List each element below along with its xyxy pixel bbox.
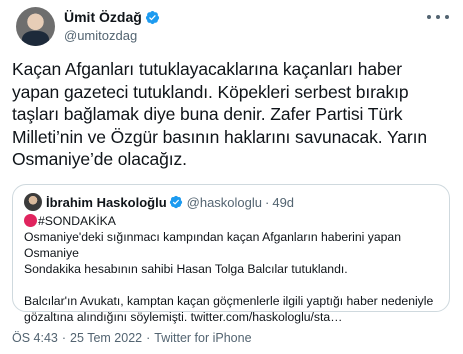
tweet-time[interactable]: ÖS 4:43: [12, 331, 58, 345]
tweet-source: Twitter for iPhone: [154, 331, 252, 345]
tweet-meta: ÖS 4:43 · 25 Tem 2022 · Twitter for iPho…: [12, 331, 252, 345]
quoted-tweet-body: #SONDAKİKA Osmaniye'deki sığınmacı kampı…: [24, 213, 444, 325]
quoted-timestamp: 49d: [272, 194, 295, 210]
meta-separator: ·: [61, 331, 67, 345]
quoted-tweet-header: İbrahim Haskoloğlu @haskologlu · 49d: [24, 193, 294, 211]
more-options-icon[interactable]: [427, 9, 449, 25]
tweet: Ümit Özdağ @umitozdag Kaçan Afganları tu…: [0, 0, 463, 354]
author-display-name[interactable]: Ümit Özdağ: [64, 9, 142, 25]
quoted-tweet[interactable]: İbrahim Haskoloğlu @haskologlu · 49d #SO…: [12, 184, 450, 324]
quoted-author-name: İbrahim Haskoloğlu: [46, 194, 167, 210]
quoted-author-handle: @haskologlu: [186, 194, 262, 210]
author-avatar[interactable]: [16, 7, 55, 46]
quoted-separator: ·: [265, 194, 270, 210]
tweet-date[interactable]: 25 Tem 2022: [70, 331, 142, 345]
author-name-row: Ümit Özdağ: [64, 9, 160, 25]
author-handle[interactable]: @umitozdag: [64, 28, 137, 43]
quoted-hashtag: #SONDAKİKA: [38, 214, 116, 228]
quoted-author-avatar: [24, 193, 42, 211]
red-circle-emoji-icon: [24, 214, 37, 227]
meta-separator: ·: [146, 331, 151, 345]
verified-badge-icon: [145, 10, 159, 24]
quoted-tweet-text: Osmaniye'deki sığınmacı kampından kaçan …: [24, 230, 434, 324]
verified-badge-icon: [169, 195, 182, 209]
tweet-text: Kaçan Afganları tutuklayacaklarına kaçan…: [12, 59, 428, 169]
